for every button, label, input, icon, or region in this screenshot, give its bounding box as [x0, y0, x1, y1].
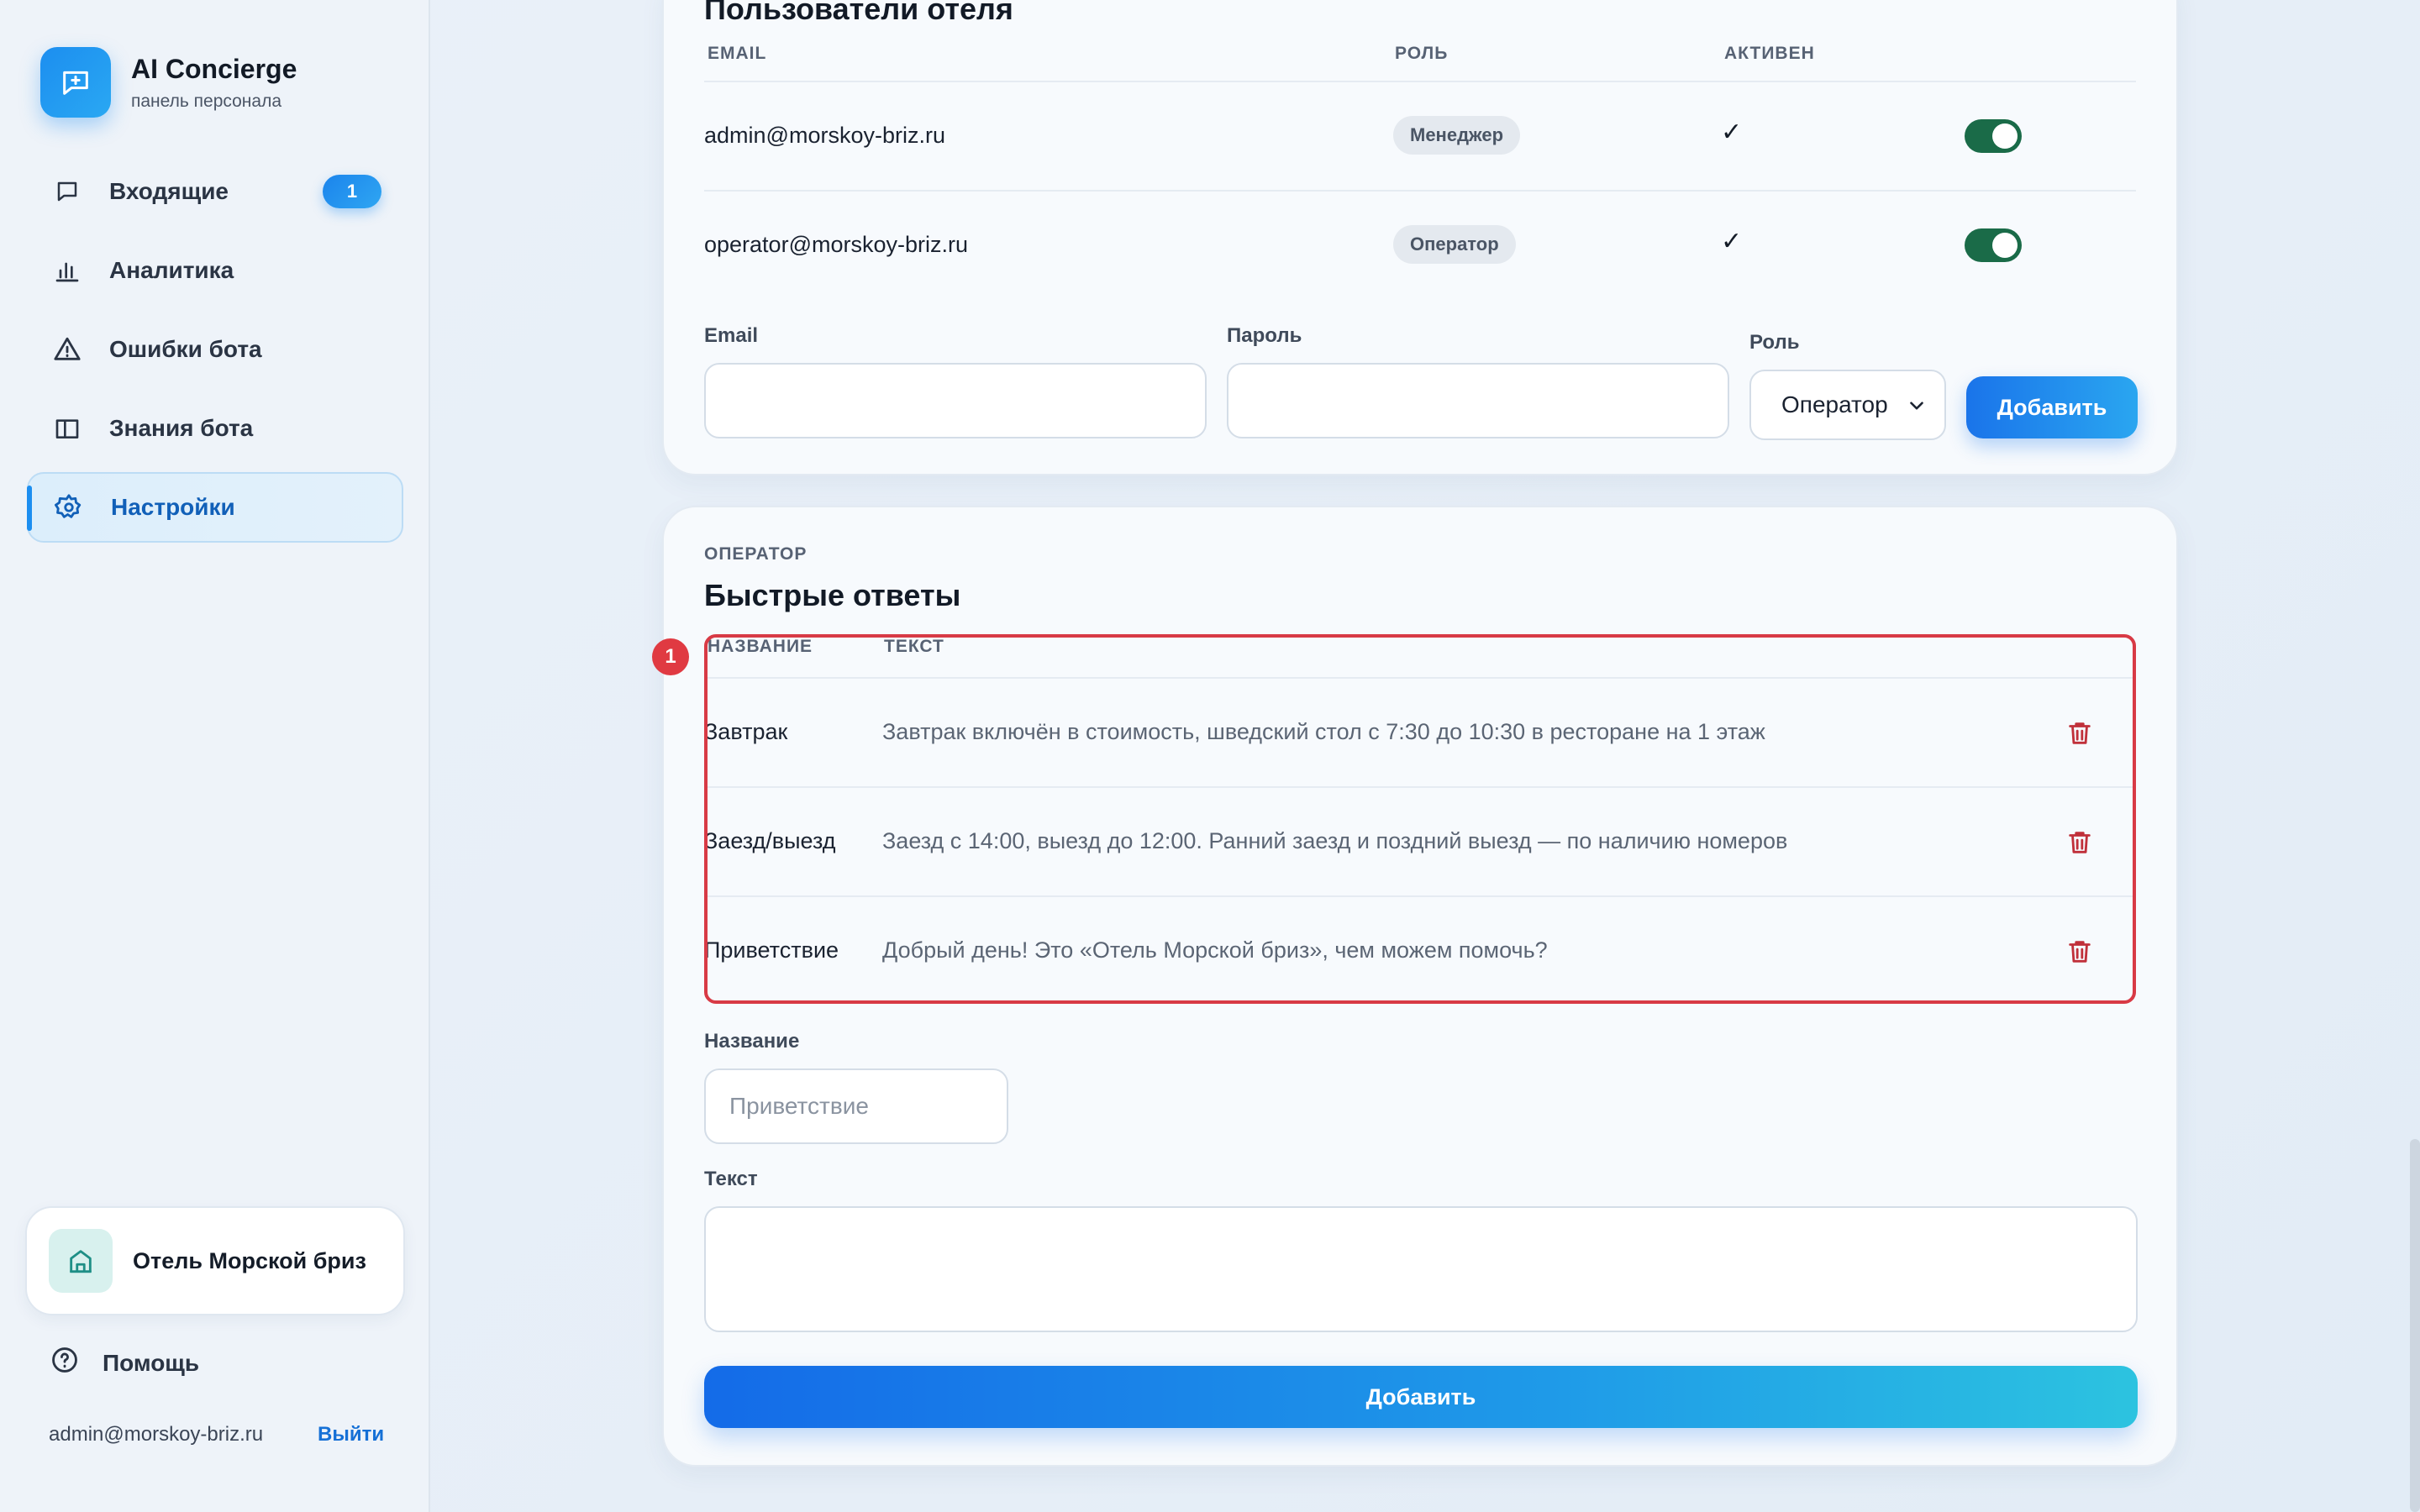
role-select-value: Оператор — [1781, 391, 1888, 417]
column-header-text: ТЕКСТ — [884, 637, 944, 656]
user-email: admin@morskoy-briz.ru — [704, 123, 945, 148]
column-header-active: АКТИВЕН — [1724, 44, 1815, 63]
new-user-email-field[interactable] — [704, 363, 1207, 438]
add-user-button[interactable]: Добавить — [1966, 376, 2138, 438]
divider — [704, 677, 2136, 679]
sidebar-item-label: Настройки — [111, 494, 235, 520]
logout-link[interactable]: Выйти — [318, 1423, 384, 1446]
sidebar-item-settings[interactable]: Настройки — [27, 472, 403, 543]
sidebar-item-bot-errors[interactable]: Ошибки бота — [27, 314, 403, 385]
reply-text-field[interactable] — [704, 1206, 2138, 1332]
gear-icon — [52, 491, 86, 524]
role-badge: Менеджер — [1393, 116, 1521, 155]
add-reply-button[interactable]: Добавить — [704, 1366, 2138, 1428]
active-checkmark: ✓ — [1721, 228, 1743, 255]
user-active-toggle[interactable] — [1965, 228, 2022, 262]
delete-reply-button[interactable] — [2065, 937, 2096, 968]
user-active-toggle[interactable] — [1965, 119, 2022, 153]
annotation-marker: 1 — [652, 638, 689, 675]
inbox-count-badge: 1 — [323, 175, 381, 208]
app-subtitle: панель персонала — [131, 91, 282, 111]
book-icon — [50, 412, 84, 445]
page-scrollbar[interactable] — [2410, 1139, 2420, 1512]
message-icon — [50, 175, 84, 208]
column-header-name: НАЗВАНИЕ — [708, 637, 813, 656]
column-header-email: EMAIL — [708, 44, 767, 63]
delete-reply-button[interactable] — [2065, 719, 2096, 749]
password-field-label: Пароль — [1227, 324, 1302, 347]
sidebar-item-bot-knowledge[interactable]: Знания бота — [27, 393, 403, 464]
section-eyebrow: ОПЕРАТОР — [704, 544, 808, 564]
reply-name-field[interactable] — [704, 1068, 1008, 1144]
role-field-label: Роль — [1749, 331, 1800, 354]
brand: AI Concierge панель персонала — [40, 47, 297, 118]
sidebar: AI Concierge панель персонала Входящие 1… — [0, 0, 430, 1512]
new-user-password-field[interactable] — [1227, 363, 1729, 438]
column-header-role: РОЛЬ — [1395, 44, 1449, 63]
divider — [704, 786, 2136, 788]
role-badge: Оператор — [1393, 225, 1516, 264]
users-section-title: Пользователи отеля — [704, 0, 1013, 26]
divider — [704, 895, 2136, 897]
trash-icon — [2069, 722, 2091, 744]
divider — [704, 81, 2136, 82]
quick-replies-card: ОПЕРАТОР Быстрые ответы НАЗВАНИЕ ТЕКСТ З… — [662, 506, 2178, 1467]
sidebar-item-label: Знания бота — [109, 415, 254, 441]
bar-chart-icon — [50, 254, 84, 287]
chevron-down-icon — [1906, 395, 1928, 423]
hotel-users-card: Пользователи отеля EMAIL РОЛЬ АКТИВЕН ad… — [662, 0, 2178, 475]
sidebar-item-inbox[interactable]: Входящие 1 — [27, 156, 403, 227]
chat-sparkle-icon — [40, 47, 111, 118]
reply-text: Завтрак включён в стоимость, шведский ст… — [882, 719, 1765, 744]
sidebar-item-label: Аналитика — [109, 257, 234, 283]
quick-replies-title: Быстрые ответы — [704, 578, 961, 612]
trash-icon — [2069, 941, 2091, 963]
reply-name: Завтрак — [704, 719, 788, 744]
delete-reply-button[interactable] — [2065, 828, 2096, 858]
reply-name: Заезд/выезд — [704, 828, 836, 853]
help-link[interactable]: Помощь — [50, 1346, 199, 1380]
sidebar-nav: Входящие 1 Аналитика Ошибки бота Знания … — [27, 156, 403, 551]
role-select[interactable]: Оператор — [1749, 370, 1946, 440]
hotel-name: Отель Морской бриз — [133, 1247, 366, 1273]
app-title: AI Concierge — [131, 53, 297, 84]
reply-name: Приветствие — [704, 937, 839, 963]
sidebar-item-label: Ошибки бота — [109, 336, 262, 362]
text-field-label: Текст — [704, 1168, 758, 1190]
help-label: Помощь — [103, 1349, 200, 1376]
trash-icon — [2069, 832, 2091, 853]
divider — [704, 190, 2136, 192]
warning-icon — [50, 333, 84, 366]
current-user-email: admin@morskoy-briz.ru — [49, 1423, 264, 1446]
hotel-switcher[interactable]: Отель Морской бриз — [25, 1206, 405, 1315]
help-circle-icon — [50, 1346, 79, 1380]
name-field-label: Название — [704, 1030, 800, 1053]
reply-text: Заезд с 14:00, выезд до 12:00. Ранний за… — [882, 828, 1788, 853]
user-email: operator@morskoy-briz.ru — [704, 232, 968, 257]
email-field-label: Email — [704, 324, 759, 347]
hotel-building-icon — [49, 1229, 113, 1293]
reply-text: Добрый день! Это «Отель Морской бриз», ч… — [882, 937, 1548, 963]
sidebar-item-label: Входящие — [109, 178, 229, 204]
active-checkmark: ✓ — [1721, 118, 1743, 146]
sidebar-item-analytics[interactable]: Аналитика — [27, 235, 403, 306]
